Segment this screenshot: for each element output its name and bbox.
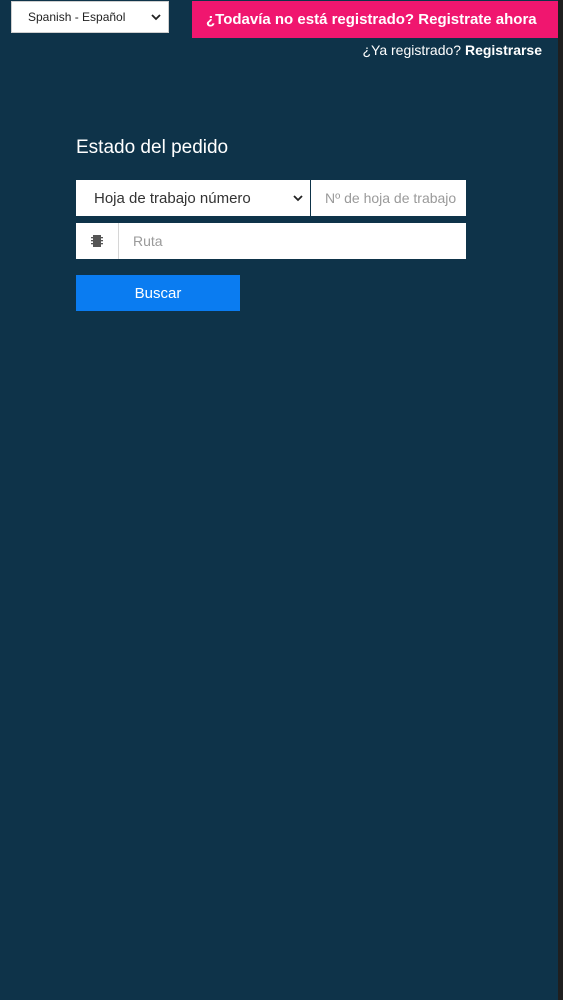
language-select-value: Spanish - Español [28, 10, 126, 24]
window-edge [558, 0, 563, 1000]
lookup-type-value: Hoja de trabajo número [94, 189, 251, 207]
lookup-row: Hoja de trabajo número [76, 180, 466, 216]
page-title: Estado del pedido [76, 137, 229, 158]
chevron-down-icon [293, 195, 303, 202]
login-line: ¿Ya registrado? Registrarse [362, 42, 542, 58]
route-row [76, 223, 466, 259]
chip-icon [91, 235, 103, 247]
chevron-down-icon [151, 14, 161, 21]
route-icon-box [76, 223, 119, 259]
register-banner[interactable]: ¿Todavía no está registrado? Registrate … [192, 1, 558, 38]
language-select[interactable]: Spanish - Español [11, 1, 169, 33]
search-button[interactable]: Buscar [76, 275, 240, 311]
route-input[interactable] [119, 223, 466, 259]
worksheet-number-input[interactable] [311, 180, 466, 216]
lookup-type-select[interactable]: Hoja de trabajo número [76, 180, 310, 216]
login-link[interactable]: Registrarse [465, 42, 542, 58]
register-banner-text: ¿Todavía no está registrado? Registrate … [206, 11, 537, 28]
login-prompt: ¿Ya registrado? [362, 42, 465, 58]
